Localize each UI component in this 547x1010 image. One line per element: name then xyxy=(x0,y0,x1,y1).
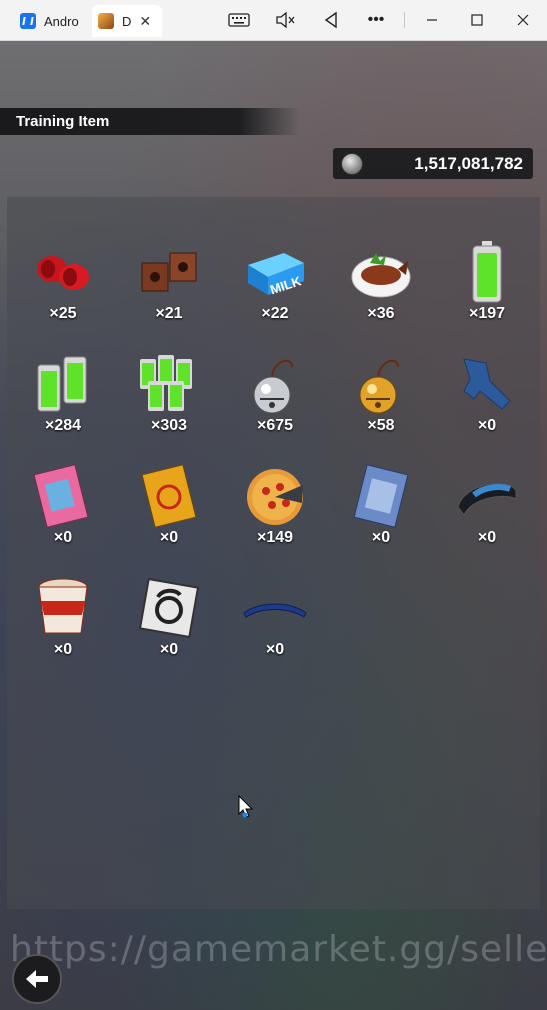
item-count: ×0 xyxy=(265,641,285,658)
milk-brick-icon: MILK xyxy=(248,253,304,297)
keyboard-icon[interactable] xyxy=(226,8,252,32)
titlebar-divider xyxy=(404,12,405,28)
item-slot[interactable]: ×36 xyxy=(338,233,424,333)
item-count: ×22 xyxy=(261,305,289,322)
close-tab-icon[interactable]: ✕ xyxy=(139,13,151,30)
item-count: ×0 xyxy=(371,529,391,546)
item-slot[interactable]: ×0 xyxy=(126,569,212,669)
back-arrow-icon xyxy=(26,970,48,988)
wristband-icon xyxy=(457,483,517,516)
item-slot[interactable]: ×0 xyxy=(232,569,318,669)
item-count: ×284 xyxy=(44,417,82,434)
item-slot[interactable]: ×0 xyxy=(444,457,530,557)
tab-label: Andro xyxy=(44,13,79,29)
item-count: ×0 xyxy=(53,641,73,658)
coin-icon xyxy=(341,153,363,175)
page-title: Training Item xyxy=(16,113,110,130)
item-count: ×21 xyxy=(155,305,183,322)
watermark-text: https://gamemarket.gg/seller/ xyxy=(10,929,547,970)
tab-label: D xyxy=(122,13,132,29)
close-icon[interactable] xyxy=(510,8,536,32)
orange-book-icon xyxy=(141,464,197,528)
fish-dish-icon xyxy=(351,253,411,298)
item-slot[interactable]: ×284 xyxy=(20,345,106,445)
item-slot[interactable]: ×0 xyxy=(126,457,212,557)
gold-bell-icon xyxy=(359,359,399,414)
item-count: ×149 xyxy=(256,529,294,546)
item-count: ×0 xyxy=(159,529,179,546)
tab-android[interactable]: Andro xyxy=(12,5,90,37)
item-count: ×25 xyxy=(49,305,77,322)
item-count: ×303 xyxy=(150,417,188,434)
jeans-icon xyxy=(463,358,511,410)
maximize-icon[interactable] xyxy=(464,8,490,32)
brick-weights-icon xyxy=(141,252,197,292)
cup-noodle-icon xyxy=(38,578,88,634)
minimize-icon[interactable] xyxy=(419,8,445,32)
battery-pack-icon xyxy=(37,356,87,412)
comic-book-icon xyxy=(353,464,409,528)
item-count: ×58 xyxy=(367,417,395,434)
item-slot[interactable]: ×21 xyxy=(126,233,212,333)
more-icon[interactable]: ••• xyxy=(363,8,389,32)
item-count: ×197 xyxy=(468,305,506,322)
items-panel: ×25 ×21 MILK ×22 ×36 ×197 ×284 ×303 ×675… xyxy=(7,197,540,909)
headband-icon xyxy=(243,603,307,618)
mute-icon[interactable] xyxy=(272,8,298,32)
tab-game[interactable]: D ✕ xyxy=(92,5,162,37)
item-count: ×0 xyxy=(477,417,497,434)
currency-display: 1,517,081,782 xyxy=(333,148,533,179)
pink-magazine-icon xyxy=(33,464,89,528)
item-slot[interactable]: ×197 xyxy=(444,233,530,333)
item-slot[interactable]: ×0 xyxy=(338,457,424,557)
item-slot[interactable]: ×25 xyxy=(20,233,106,333)
game-screen: Training Item 1,517,081,782 ×25 ×21 MILK… xyxy=(0,41,547,1010)
item-slot[interactable]: MILK ×22 xyxy=(232,233,318,333)
item-slot[interactable]: ×303 xyxy=(126,345,212,445)
item-slot[interactable]: ×0 xyxy=(444,345,530,445)
item-count: ×0 xyxy=(159,641,179,658)
energy-battery-icon xyxy=(472,241,502,303)
battery-crate-icon xyxy=(140,355,192,411)
red-weights-icon xyxy=(37,256,89,290)
item-slot[interactable]: ×675 xyxy=(232,345,318,445)
item-count: ×0 xyxy=(53,529,73,546)
silver-bell-icon xyxy=(253,359,293,414)
window-titlebar: Andro D ✕ ••• xyxy=(0,0,547,41)
item-count: ×36 xyxy=(367,305,395,322)
item-slot[interactable]: ×149 xyxy=(232,457,318,557)
item-slot[interactable]: ×0 xyxy=(20,569,106,669)
currency-value: 1,517,081,782 xyxy=(414,154,523,173)
item-slot[interactable]: ×58 xyxy=(338,345,424,445)
game-app-icon xyxy=(98,13,114,29)
emblem-card-icon xyxy=(138,577,200,639)
mouse-cursor-icon xyxy=(238,794,254,824)
item-count: ×675 xyxy=(256,417,294,434)
back-triangle-icon[interactable] xyxy=(318,8,344,32)
item-slot[interactable]: ×0 xyxy=(20,457,106,557)
item-count: ×0 xyxy=(477,529,497,546)
android-app-icon xyxy=(20,13,36,29)
back-button[interactable] xyxy=(12,954,62,1004)
pizza-icon xyxy=(247,469,303,525)
